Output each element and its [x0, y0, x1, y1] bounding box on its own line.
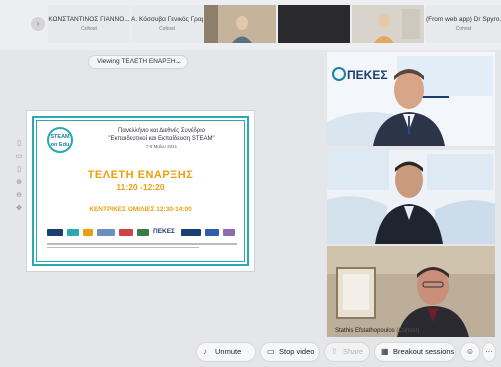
more-options-button[interactable]: ···: [482, 342, 496, 362]
steam-logo: STEAM on Edu: [47, 127, 73, 153]
participant-name: ΚΩΝΣΤΑΝΤΙΝΟΣ ΓΙΑΝΝΟ...: [48, 16, 130, 23]
unmute-button[interactable]: ♪ Unmute: [196, 342, 256, 362]
participant-tile-2[interactable]: Α. Κόσσυβα Γενικός Γραμ... Cohost: [131, 5, 203, 43]
sponsor-logo: [137, 229, 149, 236]
sponsor-logo: [97, 229, 115, 236]
participant-tile-6[interactable]: (From web app) Dr Spyro... Cohost: [426, 5, 501, 43]
participant-role: Cohost: [81, 26, 97, 32]
participant-name: (From web app) Dr Spyro...: [426, 16, 501, 23]
speaker-name: Stathis Efstathopoulos: [335, 328, 395, 334]
stop-video-label: Stop video: [279, 347, 315, 356]
conference-title: Πανελλήνιο και Διεθνές Συνέδριο: [118, 128, 205, 134]
breakout-icon: ▦: [381, 347, 389, 356]
ceremony-heading: ΤΕΛΕΤΗ ΕΝΑΡΞΗΣ: [87, 169, 194, 181]
meeting-window: › ΚΩΝΣΤΑΝΤΙΝΟΣ ΓΙΑΝΝΟ... Cohost Α. Κόσσυ…: [0, 0, 501, 367]
pekes-logo: ΠΕΚΕΣ: [153, 228, 175, 235]
participant-tile-1[interactable]: ΚΩΝΣΤΑΝΤΙΝΟΣ ΓΙΑΝΝΟ... Cohost: [48, 5, 130, 43]
participant-role: Cohost: [159, 26, 175, 32]
pointer-icon[interactable]: ▭: [12, 152, 26, 165]
annotate-icon[interactable]: ▯: [12, 139, 26, 152]
breakout-sessions-button[interactable]: ▦ Breakout sessions: [374, 342, 456, 362]
viewing-label: Viewing ΤΕΛΕΤΗ ΕΝΑΡΞΗ...: [97, 58, 181, 65]
participant-name: Α. Κόσσυβα Γενικός Γραμ...: [131, 16, 203, 23]
meeting-controls: ♪ Unmute ▭ Stop video ⇧ Share ▦ Breakout…: [196, 342, 496, 362]
sponsor-logo: [119, 229, 133, 236]
sponsor-logos: ΠΕΚΕΣ: [47, 227, 237, 239]
sponsor-logo: [83, 229, 93, 236]
fine-print-line: [47, 243, 237, 245]
ceremony-time: 11:20 -12:20: [116, 182, 165, 192]
more-options-label: ···: [485, 347, 493, 356]
speaker-video-3[interactable]: Stathis Efstathopoulos (Cohost): [327, 246, 495, 337]
backdrop-brand: ΠΕΚΕΣ: [347, 68, 388, 82]
sponsor-names: [47, 243, 237, 253]
sponsor-logo: [47, 229, 63, 236]
shared-slide: STEAM on Edu Πανελλήνιο και Διεθνές Συνέ…: [26, 110, 255, 272]
fit-icon[interactable]: ▯: [12, 165, 26, 178]
reactions-button[interactable]: ☺: [460, 342, 480, 362]
strip-scroll-left-icon[interactable]: ›: [31, 17, 45, 31]
chevron-down-icon: ⌄: [175, 59, 181, 65]
share-icon: ⇧: [331, 347, 338, 356]
viewing-share-selector[interactable]: Viewing ΤΕΛΕΤΗ ΕΝΑΡΞΗ... ⌄: [88, 55, 188, 69]
camera-icon: ▭: [267, 347, 275, 356]
keynotes-time: ΚΕΝΤΡΙΚΕΣ ΟΜΙΛΙΕΣ 12:30-14:00: [89, 206, 192, 213]
participant-video-5[interactable]: [352, 5, 424, 43]
speaker-video-1[interactable]: ΠΕΚΕΣ: [327, 52, 495, 146]
participant-video-frame: [204, 5, 276, 43]
share-label: Share: [343, 347, 364, 356]
conference-dates: 7-9 Μαΐου 2021: [145, 144, 178, 149]
stop-video-button[interactable]: ▭ Stop video: [260, 342, 320, 362]
participant-video-4[interactable]: [278, 5, 350, 43]
sponsor-logo: [205, 229, 219, 236]
zoom-in-icon[interactable]: ⊕: [12, 178, 26, 191]
speaker-video-frame: ΠΕΚΕΣ: [327, 52, 495, 146]
participant-video-3[interactable]: [204, 5, 276, 43]
participant-video-frame: [352, 5, 424, 43]
conference-subtitle: "Εκπαιδευτικοί και Εκπαίδευση STEAM": [108, 136, 215, 142]
speaker-role: (Cohost): [396, 328, 420, 334]
emoji-icon: ☺: [465, 347, 475, 356]
breakout-label: Breakout sessions: [393, 347, 455, 356]
sponsor-logo: [67, 229, 79, 236]
speaker-name-caption: Stathis Efstathopoulos (Cohost): [335, 328, 419, 334]
sponsor-logo: [181, 229, 201, 236]
unmute-label: Unmute: [215, 347, 242, 356]
participant-role: Cohost: [455, 26, 472, 32]
zoom-out-icon[interactable]: ⊖: [12, 191, 26, 204]
speaker-video-2[interactable]: [327, 150, 495, 244]
participant-strip: › ΚΩΝΣΤΑΝΤΙΝΟΣ ΓΙΑΝΝΟ... Cohost Α. Κόσσυ…: [0, 0, 501, 50]
share-button[interactable]: ⇧ Share: [324, 342, 370, 362]
speaker-video-frame: [327, 246, 495, 337]
speaker-video-frame: [327, 150, 495, 244]
sponsor-logo: [223, 229, 235, 236]
slide-toolbar: ▯ ▭ ▯ ⊕ ⊖ ✥: [12, 139, 26, 217]
microphone-muted-icon: ♪: [203, 347, 207, 356]
fine-print-line: [47, 246, 199, 248]
pan-icon[interactable]: ✥: [12, 204, 26, 217]
